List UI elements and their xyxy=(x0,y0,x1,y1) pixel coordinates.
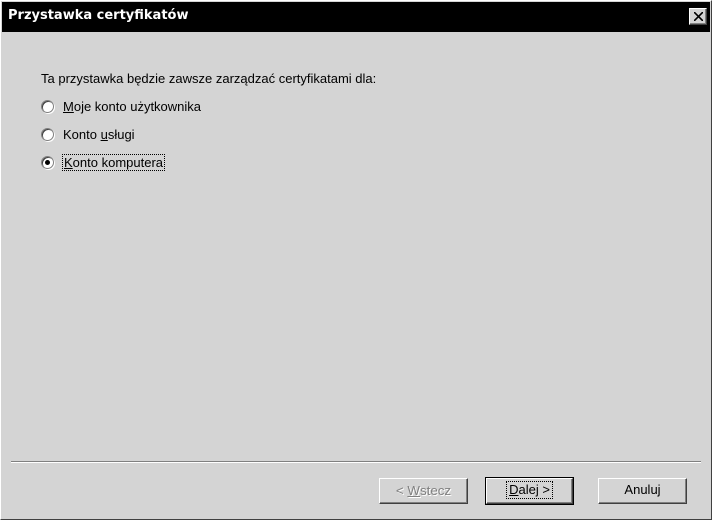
radio-button-icon[interactable] xyxy=(41,100,54,113)
back-button[interactable]: < Wstecz xyxy=(379,478,468,504)
next-button[interactable]: Dalej > xyxy=(485,477,574,505)
radio-label-service-account[interactable]: Konto usługi xyxy=(63,127,135,142)
radio-label-my-user-account[interactable]: Moje konto użytkownika xyxy=(63,99,201,114)
next-button-focus: Dalej > xyxy=(506,481,553,499)
radio-dot-icon xyxy=(45,160,50,165)
dialog-title: Przystawka certyfikatów xyxy=(8,8,189,23)
radio-label-computer-account[interactable]: Konto komputera xyxy=(61,154,166,171)
close-icon xyxy=(694,12,703,21)
radio-button-selected-icon[interactable] xyxy=(41,156,54,169)
certificates-snapin-dialog: Przystawka certyfikatów Ta przystawka bę… xyxy=(0,0,712,520)
title-bar[interactable]: Przystawka certyfikatów xyxy=(2,2,710,32)
close-button[interactable] xyxy=(689,8,707,25)
cancel-button[interactable]: Anuluj xyxy=(598,478,687,504)
button-separator xyxy=(11,461,701,463)
intro-text: Ta przystawka będzie zawsze zarządzać ce… xyxy=(41,71,377,86)
radio-button-icon[interactable] xyxy=(41,128,54,141)
